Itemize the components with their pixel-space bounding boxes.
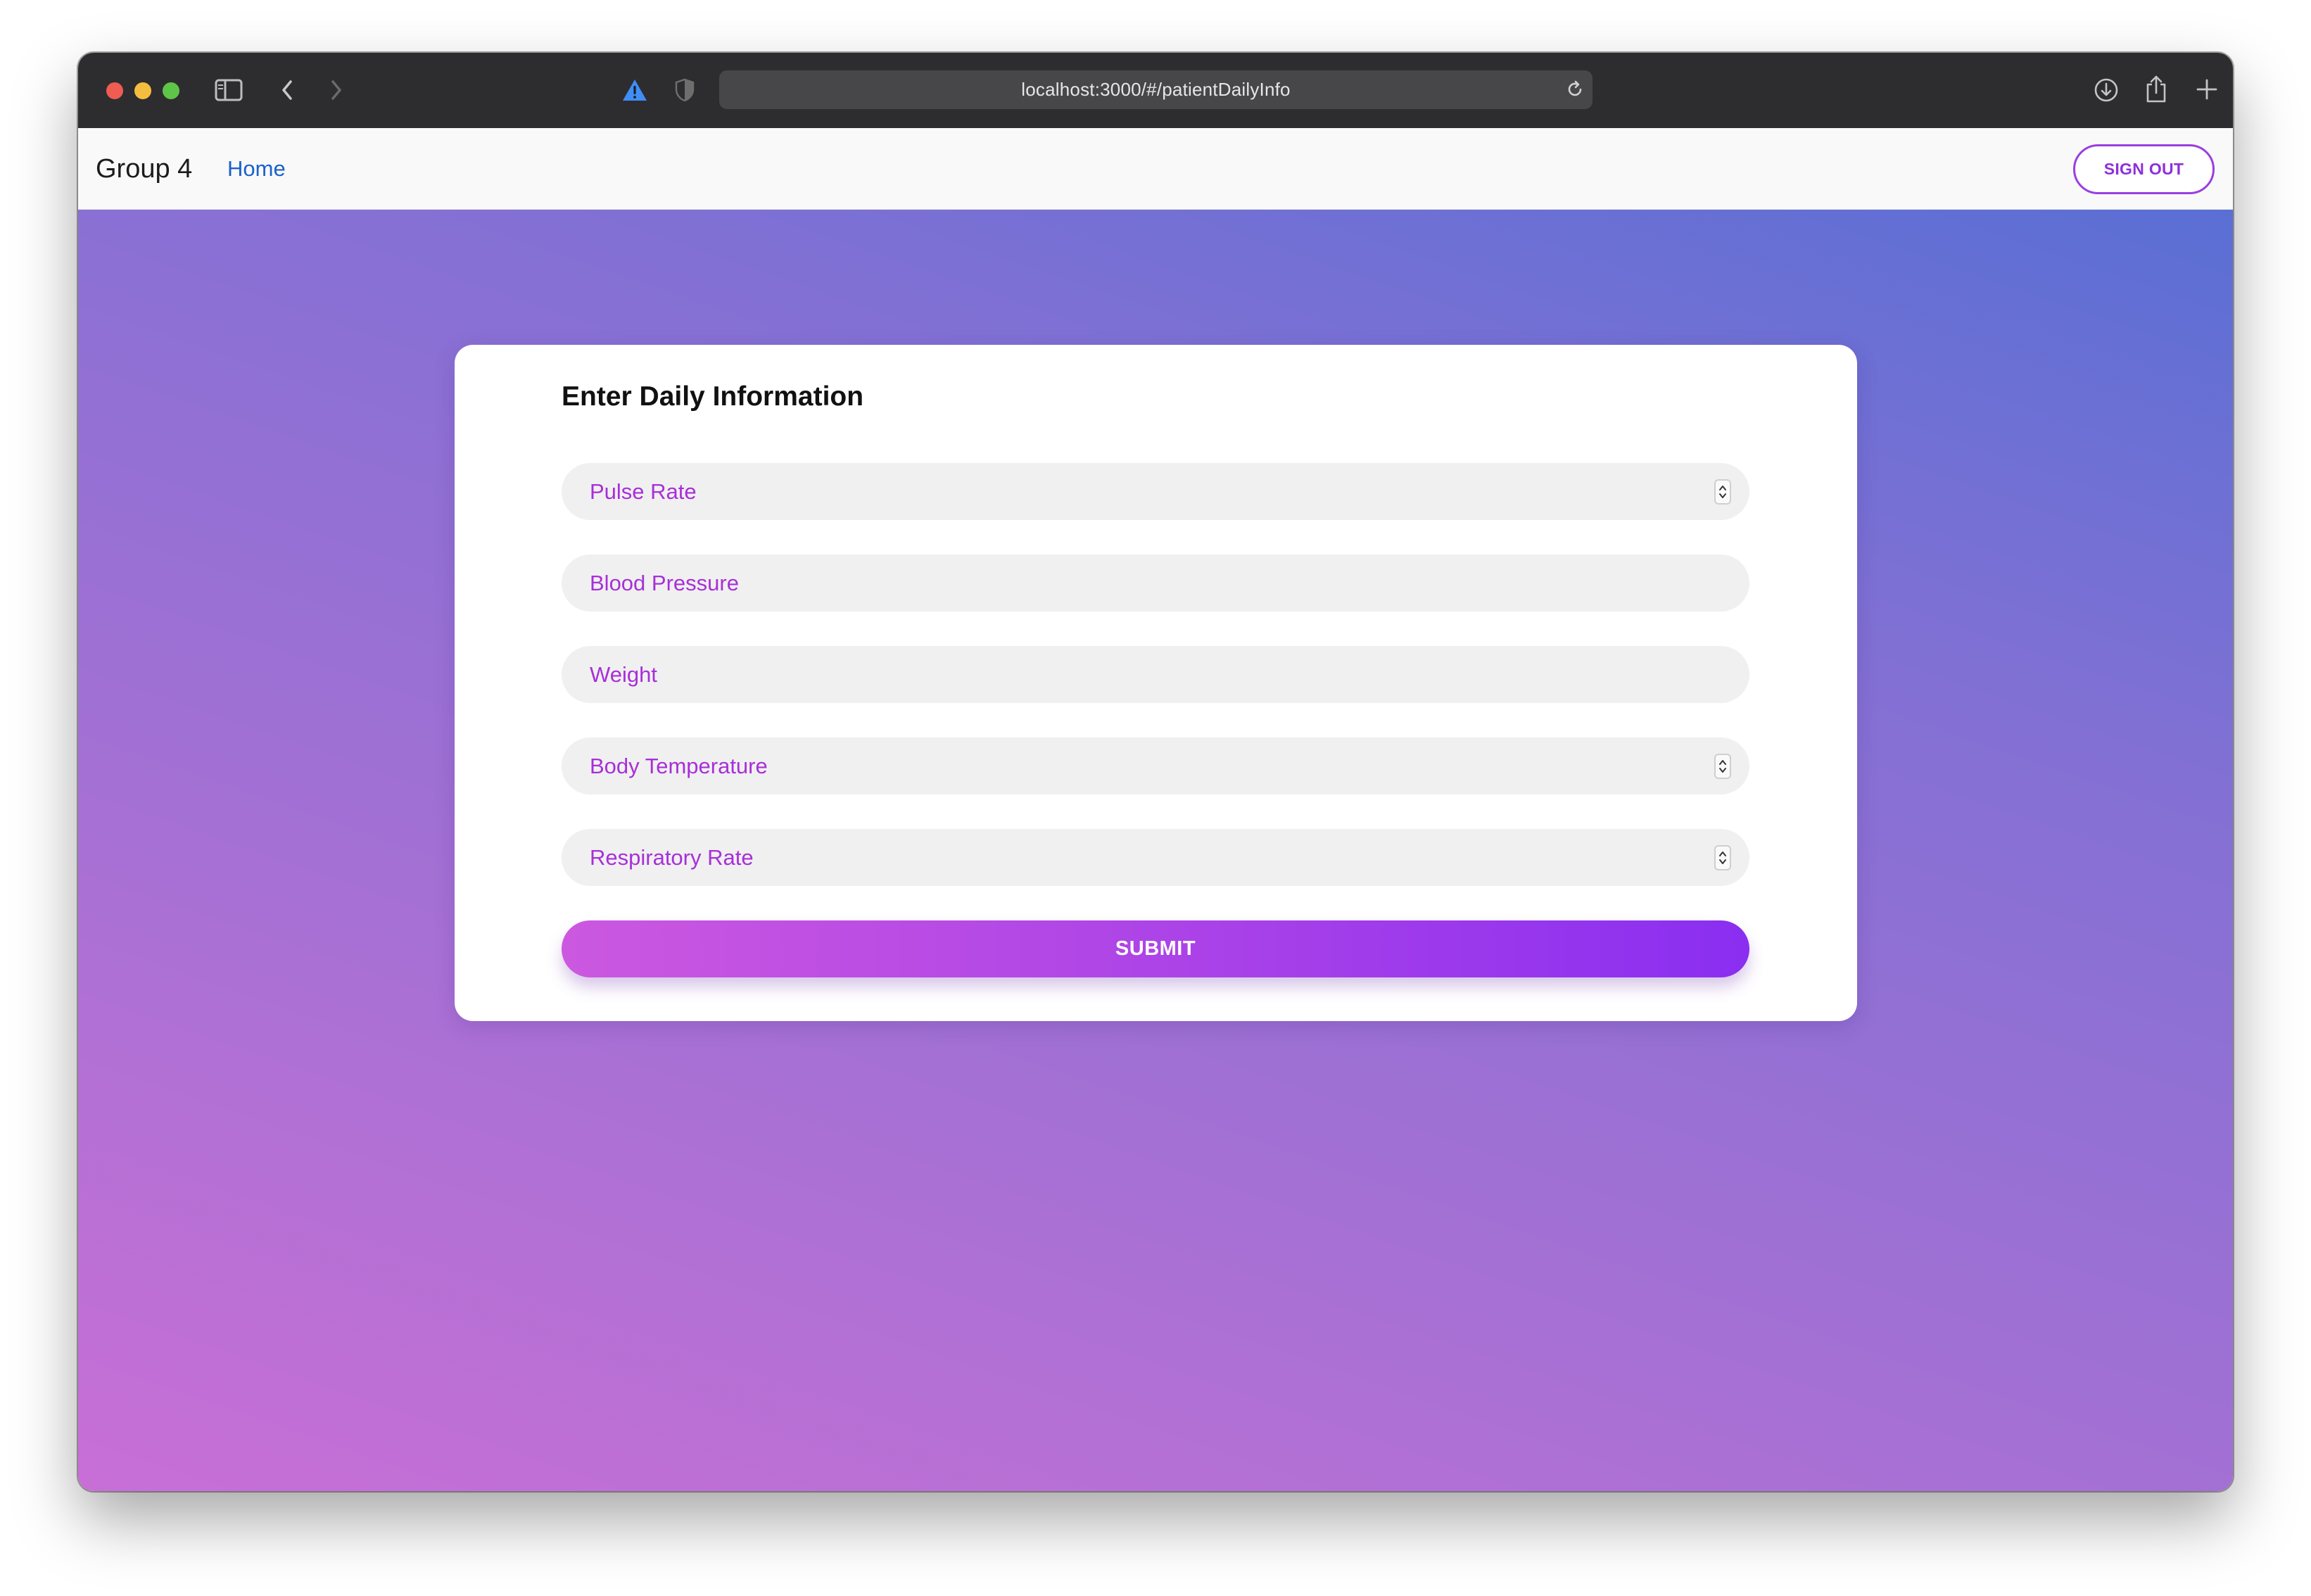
sign-out-button[interactable]: SIGN OUT bbox=[2073, 144, 2215, 194]
minimize-window-button[interactable] bbox=[134, 82, 151, 99]
chevron-left-icon[interactable] bbox=[277, 78, 298, 102]
body-temperature-stepper[interactable] bbox=[1714, 754, 1731, 779]
pulse-rate-input[interactable] bbox=[562, 463, 1749, 520]
address-bar-url: localhost:3000/#/patientDailyInfo bbox=[1021, 79, 1291, 100]
download-icon[interactable] bbox=[2092, 76, 2120, 104]
close-window-button[interactable] bbox=[106, 82, 123, 99]
page-background: Enter Daily Information Pulse Rate Blood… bbox=[78, 210, 2233, 1491]
shield-icon[interactable] bbox=[673, 77, 696, 103]
warning-icon[interactable] bbox=[621, 77, 649, 103]
browser-window: localhost:3000/#/patientDailyInfo Group … bbox=[78, 53, 2233, 1491]
zoom-window-button[interactable] bbox=[163, 82, 179, 99]
app-navbar: Group 4 Home SIGN OUT bbox=[78, 128, 2233, 210]
form-title: Enter Daily Information bbox=[562, 381, 864, 412]
browser-toolbar: localhost:3000/#/patientDailyInfo bbox=[78, 53, 2233, 128]
address-bar[interactable]: localhost:3000/#/patientDailyInfo bbox=[719, 70, 1593, 109]
stepper-arrows-icon bbox=[1719, 851, 1726, 864]
sidebar-icon[interactable] bbox=[214, 77, 243, 103]
home-link[interactable]: Home bbox=[227, 128, 286, 210]
plus-icon[interactable] bbox=[2194, 77, 2220, 102]
pulse-rate-field[interactable] bbox=[562, 463, 1749, 520]
submit-button[interactable]: SUBMIT bbox=[562, 920, 1749, 977]
daily-info-form-card: Enter Daily Information Pulse Rate Blood… bbox=[455, 345, 1857, 1021]
stepper-arrows-icon bbox=[1719, 486, 1726, 498]
reload-icon[interactable] bbox=[1564, 79, 1585, 100]
respiratory-rate-input[interactable] bbox=[562, 829, 1749, 886]
share-icon[interactable] bbox=[2144, 74, 2169, 105]
body-temperature-field[interactable] bbox=[562, 737, 1749, 794]
pulse-rate-stepper[interactable] bbox=[1714, 479, 1731, 505]
weight-input[interactable] bbox=[562, 646, 1749, 703]
body-temperature-input[interactable] bbox=[562, 737, 1749, 794]
stepper-arrows-icon bbox=[1719, 760, 1726, 773]
respiratory-rate-field[interactable] bbox=[562, 829, 1749, 886]
blood-pressure-field[interactable] bbox=[562, 555, 1749, 612]
chevron-right-icon[interactable] bbox=[326, 78, 347, 102]
weight-field[interactable] bbox=[562, 646, 1749, 703]
respiratory-rate-stepper[interactable] bbox=[1714, 845, 1731, 870]
brand-title: Group 4 bbox=[96, 153, 193, 184]
blood-pressure-input[interactable] bbox=[562, 555, 1749, 612]
